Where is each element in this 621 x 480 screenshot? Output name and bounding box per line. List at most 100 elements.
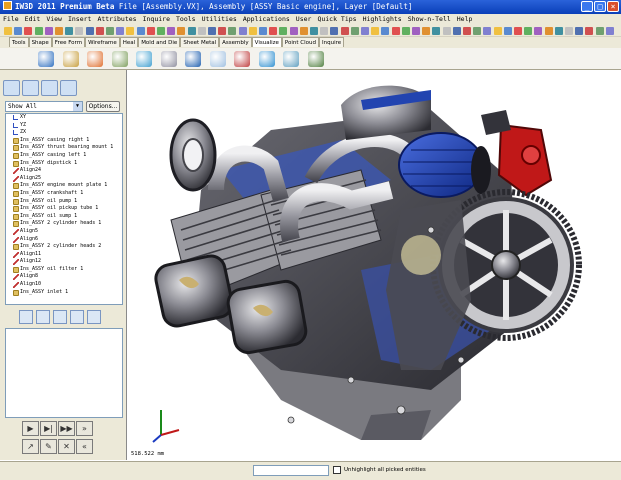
toolbar-icon[interactable] bbox=[463, 27, 471, 35]
close-button[interactable]: × bbox=[607, 1, 619, 12]
menu-item[interactable]: User bbox=[296, 15, 312, 23]
toolbar-icon[interactable] bbox=[361, 27, 369, 35]
toolbar-icon[interactable] bbox=[238, 27, 247, 35]
tree-item[interactable]: Ins_ASSY oil filter 1 bbox=[6, 266, 122, 274]
visualize-tool-icon[interactable] bbox=[234, 51, 250, 67]
toolbar-icon[interactable] bbox=[514, 27, 522, 35]
toolbar-icon[interactable] bbox=[442, 27, 451, 35]
toolbar-icon[interactable] bbox=[218, 27, 227, 35]
show-filter-select[interactable]: Show All ▼ bbox=[5, 101, 83, 112]
toolbar-icon[interactable] bbox=[14, 27, 23, 35]
views-mode-icon[interactable] bbox=[41, 80, 58, 96]
tree-item[interactable]: Align6 bbox=[6, 236, 122, 244]
tree-tool-2-icon[interactable] bbox=[36, 310, 50, 324]
tree-item[interactable]: Align25 bbox=[6, 175, 122, 183]
tab[interactable]: Mold and Die bbox=[138, 37, 181, 47]
tree-item[interactable]: Ins_ASSY 2 cylinder heads 1 bbox=[6, 220, 122, 228]
tree-tool-1-icon[interactable] bbox=[19, 310, 33, 324]
toolbar-icon[interactable] bbox=[85, 27, 94, 35]
tab[interactable]: Tools bbox=[9, 37, 29, 47]
step-back-button[interactable]: ↗ bbox=[22, 439, 39, 454]
menu-item[interactable]: Quick Tips bbox=[317, 15, 356, 23]
toolbar-icon[interactable] bbox=[208, 27, 216, 35]
tree-item[interactable]: Ins_ASSY oil pickup tube 1 bbox=[6, 205, 122, 213]
toolbar-icon[interactable] bbox=[106, 27, 114, 35]
visualize-tool-icon[interactable] bbox=[209, 51, 226, 67]
toolbar-icon[interactable] bbox=[65, 27, 74, 35]
tree-item[interactable]: Ins_ASSY 2 cylinder heads 2 bbox=[6, 243, 122, 251]
visualize-tool-icon[interactable] bbox=[160, 51, 177, 67]
toolbar-icon[interactable] bbox=[34, 27, 43, 35]
options-button[interactable]: Options... bbox=[86, 101, 120, 112]
step-forward-button[interactable]: ▶ bbox=[22, 421, 39, 436]
toolbar-icon[interactable] bbox=[289, 27, 298, 35]
menu-item[interactable]: Tools bbox=[176, 15, 196, 23]
tab[interactable]: Shape bbox=[28, 37, 52, 47]
rewind-button[interactable]: « bbox=[76, 439, 93, 454]
visualize-tool-icon[interactable] bbox=[136, 51, 152, 67]
menu-item[interactable]: Applications bbox=[243, 15, 290, 23]
tree-item[interactable]: YZ bbox=[6, 122, 122, 130]
toolbar-icon[interactable] bbox=[320, 27, 329, 35]
tree-item[interactable]: Ins_ASSY thrust bearing mount 1 bbox=[6, 144, 122, 152]
visualize-tool-icon[interactable] bbox=[62, 51, 79, 67]
tab[interactable]: Visualize bbox=[251, 37, 282, 47]
tree-item[interactable]: Align10 bbox=[6, 281, 122, 289]
tree-item[interactable]: XY bbox=[6, 114, 122, 122]
toolbar-icon[interactable] bbox=[75, 27, 84, 35]
step-end-button[interactable]: ▶| bbox=[40, 421, 57, 436]
toolbar-icon[interactable] bbox=[24, 27, 33, 35]
toolbar-icon[interactable] bbox=[299, 27, 308, 35]
toolbar-icon[interactable] bbox=[4, 27, 12, 35]
toolbar-icon[interactable] bbox=[167, 27, 176, 35]
toolbar-icon[interactable] bbox=[259, 27, 267, 35]
toolbar-icon[interactable] bbox=[452, 27, 461, 35]
toolbar-icon[interactable] bbox=[269, 27, 278, 35]
toolbar-icon[interactable] bbox=[503, 27, 512, 35]
toolbar-icon[interactable] bbox=[55, 27, 63, 35]
tree-item[interactable]: ZX bbox=[6, 129, 122, 137]
toolbar-icon[interactable] bbox=[146, 27, 155, 35]
toolbar-icon[interactable] bbox=[340, 27, 349, 35]
tab[interactable]: Inquire bbox=[319, 37, 345, 47]
tree-item[interactable]: Ins_ASSY casing right 1 bbox=[6, 137, 122, 145]
command-input[interactable] bbox=[253, 465, 329, 476]
tree-tool-4-icon[interactable] bbox=[70, 310, 84, 324]
toolbar-icon[interactable] bbox=[136, 27, 145, 35]
toolbar-icon[interactable] bbox=[493, 27, 502, 35]
toolbar-icon[interactable] bbox=[371, 27, 380, 35]
tree-item[interactable]: Ins_ASSY oil sump 1 bbox=[6, 213, 122, 221]
unhighlight-checkbox[interactable] bbox=[333, 466, 341, 474]
toolbar-icon[interactable] bbox=[187, 27, 196, 35]
history-tree[interactable]: XY YZ ZX Ins_ASSY casing right 1 Ins_ASSY th… bbox=[5, 113, 123, 305]
toolbar-icon[interactable] bbox=[554, 27, 563, 35]
toolbar-icon[interactable] bbox=[483, 27, 492, 35]
toolbar-icon[interactable] bbox=[330, 27, 339, 35]
visualize-tool-icon[interactable] bbox=[111, 51, 128, 67]
toolbar-icon[interactable] bbox=[248, 27, 257, 35]
visualize-tool-icon[interactable] bbox=[185, 51, 201, 67]
toolbar-icon[interactable] bbox=[279, 27, 288, 35]
delete-button[interactable]: ✕ bbox=[58, 439, 75, 454]
visualize-tool-icon[interactable] bbox=[38, 51, 54, 67]
toolbar-icon[interactable] bbox=[412, 27, 420, 35]
toolbar-icon[interactable] bbox=[228, 27, 237, 35]
toolbar-icon[interactable] bbox=[116, 27, 125, 35]
tree-item[interactable]: Ins_ASSY dipstick 1 bbox=[6, 160, 122, 168]
play-button[interactable]: ▶▶ bbox=[58, 421, 75, 436]
toolbar-icon[interactable] bbox=[350, 27, 359, 35]
menu-item[interactable]: Help bbox=[457, 15, 473, 23]
minimize-button[interactable]: _ bbox=[581, 1, 593, 12]
toolbar-icon[interactable] bbox=[157, 27, 165, 35]
tree-tool-5-icon[interactable] bbox=[87, 310, 101, 324]
tree-item[interactable]: Ins_ASSY crankshaft 1 bbox=[6, 190, 122, 198]
menu-item[interactable]: Edit bbox=[25, 15, 41, 23]
toolbar-icon[interactable] bbox=[310, 27, 318, 35]
tree-item[interactable]: Align24 bbox=[6, 167, 122, 175]
toolbar-icon[interactable] bbox=[432, 27, 441, 35]
tree-item[interactable]: Align8 bbox=[6, 273, 122, 281]
maximize-button[interactable]: □ bbox=[594, 1, 606, 12]
toolbar-icon[interactable] bbox=[422, 27, 431, 35]
tab[interactable]: Assembly bbox=[219, 37, 252, 47]
tree-item[interactable]: Ins_ASSY casing left 1 bbox=[6, 152, 122, 160]
